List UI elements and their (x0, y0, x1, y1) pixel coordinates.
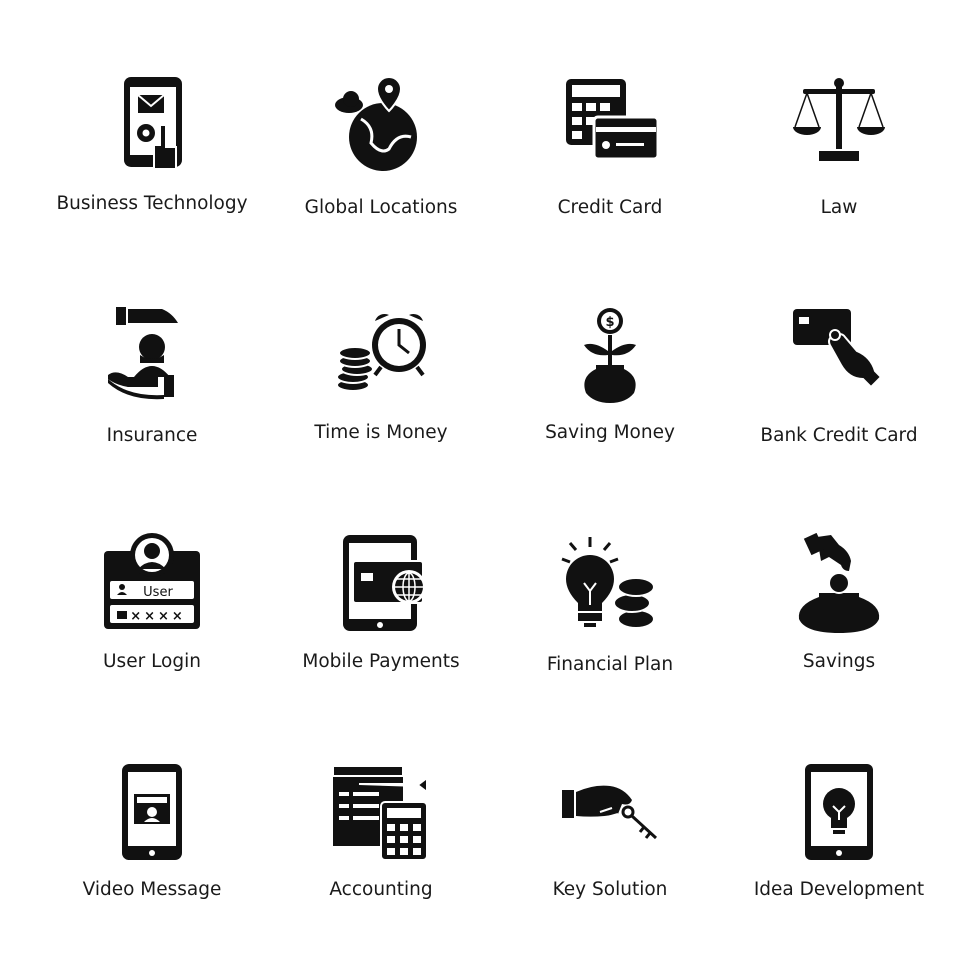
icon-label: User Login (103, 651, 201, 672)
icon-label: Insurance (106, 425, 198, 446)
alarm-clock-coins-icon (331, 305, 431, 405)
tablet-card-globe-icon (331, 533, 431, 633)
phone-lightbulb-icon (789, 762, 889, 862)
icon-label: Video Message (82, 879, 222, 900)
hand-key-icon (560, 762, 660, 862)
icon-label: Savings (802, 651, 876, 672)
icon-label: Key Solution (552, 879, 668, 900)
hand-coin-pot-icon (789, 532, 889, 633)
icon-label: Idea Development (753, 879, 925, 900)
money-plant-pot-icon: $ (560, 305, 660, 405)
icon-label: Accounting (329, 879, 433, 900)
lightbulb-coins-icon (560, 533, 660, 633)
phone-video-icon (102, 762, 202, 862)
scales-of-justice-icon (789, 75, 889, 175)
hands-protecting-person-icon (102, 305, 202, 405)
icon-label: Global Locations (304, 197, 458, 218)
svg-text:$: $ (605, 315, 614, 330)
user-login-card-icon: User ×××× (102, 533, 202, 633)
hand-holding-card-icon (789, 305, 889, 405)
icon-label: Mobile Payments (302, 651, 460, 672)
icon-label: Financial Plan (546, 654, 674, 675)
icon-label: Saving Money (545, 422, 675, 443)
icon-label: Law (820, 197, 858, 218)
login-user-text: User (143, 585, 173, 600)
icon-label: Time is Money (314, 422, 448, 443)
login-password-mask: ×××× (130, 609, 186, 624)
globe-location-pin-icon (331, 75, 431, 175)
icon-label: Credit Card (557, 197, 663, 218)
icon-label: Bank Credit Card (760, 425, 918, 446)
mobile-settings-touch-icon (102, 75, 202, 175)
icon-label: Business Technology (56, 193, 248, 214)
calculator-credit-card-icon (560, 75, 660, 175)
document-calculator-icon (331, 762, 431, 862)
